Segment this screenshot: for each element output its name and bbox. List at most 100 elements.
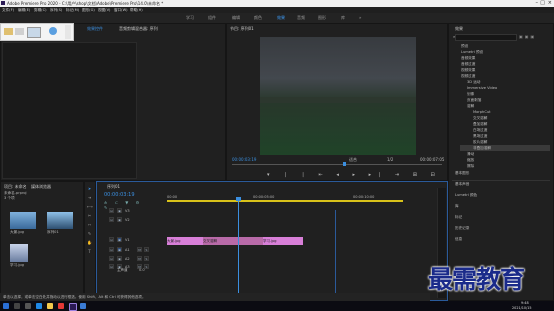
tree-slide[interactable]: 滑动 [467, 152, 474, 157]
filter-icons[interactable]: ▣▣▣ [519, 34, 549, 39]
tree-video-effects[interactable]: 视频效果 [461, 68, 475, 73]
workspace-more[interactable]: » [359, 15, 361, 20]
resolution-select[interactable]: 1/2 [387, 157, 393, 162]
tree-morphcut[interactable]: MorphCut [473, 110, 491, 114]
tree-page-peel[interactable]: 页面剥落 [467, 98, 481, 103]
program-monitor-title[interactable]: 节目: 序列01 [230, 26, 254, 32]
browser-icon[interactable] [80, 303, 86, 309]
tree-3d-motion[interactable]: 3D 运动 [467, 80, 480, 85]
tree-wipe[interactable]: 擦除 [467, 164, 474, 169]
section-markers[interactable]: 标记 [455, 215, 462, 220]
effects-panel-title[interactable]: 效果 [455, 26, 463, 32]
tree-dip-black[interactable]: 黑场过渡 [473, 134, 487, 139]
mute-button[interactable]: M [137, 247, 142, 252]
playhead-handle[interactable] [236, 197, 241, 201]
workspace-audio[interactable]: 音频 [297, 15, 305, 21]
track-header-a2[interactable]: ⊡ ▣ A2 M S [109, 255, 165, 262]
clip-big-landscape[interactable]: 大景.jpg [167, 237, 203, 245]
clock-time[interactable]: 9:48 [521, 301, 529, 305]
section-info[interactable]: 信息 [455, 237, 462, 242]
work-area-bar[interactable] [167, 200, 403, 202]
maximize-icon[interactable]: □ [540, 0, 545, 6]
tab-audio-mixer[interactable]: 音频剪辑混合器: 序列 [119, 26, 158, 32]
workspace-assembly[interactable]: 组件 [208, 15, 216, 21]
section-history[interactable]: 历史记录 [455, 226, 469, 231]
timeline-settings-icons[interactable]: ⋔ ⊂ ▼ ⚙ ✎ [104, 200, 144, 210]
mute-button[interactable]: M [137, 256, 142, 261]
selection-tool-icon[interactable]: ➤ [87, 186, 92, 191]
target-icon[interactable]: ▣ [117, 247, 122, 252]
workspace-editing[interactable]: 编辑 [232, 15, 240, 21]
tree-dissolve[interactable]: 溶解 [467, 104, 474, 109]
razor-tool-icon[interactable]: ✂ [87, 213, 92, 218]
tree-presets[interactable]: 预设 [461, 44, 468, 49]
workspace-effects[interactable]: 效果 [277, 15, 285, 21]
minimize-icon[interactable]: – [536, 0, 539, 6]
tree-video-transitions[interactable]: 视频过渡 [461, 74, 475, 79]
tab-media-browser[interactable]: 媒体浏览器 [31, 184, 51, 190]
section-essential-sound[interactable]: 基本声音 [455, 182, 469, 187]
tree-audio-effects[interactable]: 音频效果 [461, 56, 475, 61]
tab-project[interactable]: 项目: 未命名 [4, 184, 27, 190]
timeline-tab[interactable]: 序列01 [107, 184, 120, 190]
track-header-v1[interactable]: ⊡ ▣ V1 [109, 236, 165, 243]
start-icon[interactable] [3, 303, 9, 309]
app-icon[interactable] [58, 303, 64, 309]
tree-lumetri-presets[interactable]: Lumetri 预设 [461, 50, 483, 55]
section-libraries[interactable]: 库 [455, 204, 459, 209]
explorer-popup[interactable] [0, 23, 74, 41]
scrubber-handle[interactable] [343, 162, 346, 166]
target-icon[interactable]: ▣ [117, 256, 122, 261]
pen-tool-icon[interactable]: ✎ [87, 231, 92, 236]
track-header-v3[interactable]: ⊡ ▣ V3 [109, 207, 165, 214]
search-icon[interactable] [14, 303, 20, 309]
tree-iris[interactable]: 划像 [467, 92, 474, 97]
task-view-icon[interactable] [25, 303, 31, 309]
track-header-a1[interactable]: ⊡ ▣ A1 M S [109, 246, 165, 253]
view-icon[interactable] [27, 27, 41, 38]
close-icon[interactable]: × [548, 0, 552, 6]
workspace-color[interactable]: 颜色 [254, 15, 262, 21]
tree-immersive[interactable]: Immersive Video [467, 86, 497, 90]
section-essential-graphics[interactable]: 基本图形 [455, 171, 469, 176]
premiere-taskbar-icon[interactable] [69, 303, 77, 311]
workspace-graphics[interactable]: 图形 [318, 15, 326, 21]
master-track-header[interactable]: 主声道 0.0 [109, 266, 165, 273]
thumb-sequence[interactable] [47, 212, 73, 229]
effect-controls-area[interactable] [2, 42, 137, 179]
tree-audio-transitions[interactable]: 音频过渡 [461, 62, 475, 67]
section-lumetri-color[interactable]: Lumetri 颜色 [455, 193, 477, 198]
track-select-tool-icon[interactable]: ⇥ [87, 195, 92, 200]
tree-additive-dissolve[interactable]: 叠加溶解 [473, 122, 487, 127]
tree-dip-white[interactable]: 白场过渡 [473, 128, 487, 133]
type-tool-icon[interactable]: T [87, 249, 92, 254]
workspace-learn[interactable]: 学习 [186, 15, 194, 21]
track-header-v2[interactable]: ⊡ ▣ V2 [109, 216, 165, 223]
hand-tool-icon[interactable]: ✋ [87, 240, 92, 245]
playhead-scrubber[interactable] [232, 164, 442, 165]
program-timecode[interactable]: 00:00:03:19 [232, 157, 256, 162]
target-icon[interactable]: ▣ [117, 217, 122, 222]
thumb-study[interactable] [10, 244, 28, 262]
clip-study[interactable]: 学习.jpg [263, 237, 303, 245]
edge-icon[interactable] [36, 303, 42, 309]
master-volume[interactable]: 0.0 [139, 268, 145, 272]
tab-effect-controls[interactable]: 效果控件 [87, 26, 103, 32]
thumb-big-landscape[interactable] [10, 212, 36, 229]
target-icon[interactable]: ▣ [117, 237, 122, 242]
tree-cross-dissolve[interactable]: 交叉溶解 [473, 116, 487, 121]
scrollbar[interactable] [65, 25, 71, 39]
lock-icon[interactable]: ⊡ [109, 217, 114, 222]
help-icon[interactable] [49, 27, 57, 35]
lock-icon[interactable]: ⊡ [109, 237, 114, 242]
clock-date[interactable]: 2021/10/15 [512, 306, 532, 310]
timeline-timecode[interactable]: 00:00:03:19 [104, 192, 135, 198]
transport-controls[interactable]: ▾ ❘ ❘ ⇤ ◂ ▸ ▸❘ ⇥ ⊞ ⊟ ⊡ ⊕ + [267, 172, 488, 178]
tree-non-additive-dissolve[interactable]: 非叠加溶解 [473, 146, 491, 151]
workspace-libraries[interactable]: 库 [341, 15, 345, 21]
timeline-playhead[interactable] [238, 199, 239, 297]
timeline-scrollbar[interactable] [335, 210, 336, 298]
transition-cross-dissolve[interactable]: 交叉溶解 [203, 237, 263, 245]
lock-icon[interactable]: ⊡ [109, 247, 114, 252]
target-icon[interactable]: ▣ [117, 208, 122, 213]
